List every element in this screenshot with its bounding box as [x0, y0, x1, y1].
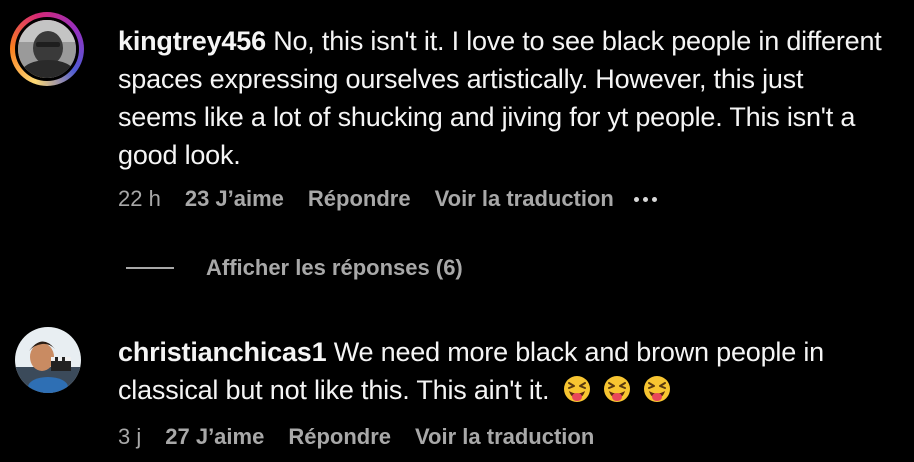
squinting-tongue-emoji-icon: [563, 376, 590, 402]
story-ring[interactable]: [10, 12, 84, 86]
likes-count[interactable]: 27 J’aime: [165, 424, 264, 450]
comment-text: kingtrey456 No, this isn't it. I love to…: [118, 22, 888, 174]
squinting-tongue-emoji-icon: [603, 376, 630, 402]
avatar[interactable]: [15, 327, 81, 393]
view-replies-label: Afficher les réponses (6): [206, 255, 463, 280]
comment-text: christianchicas1 We need more black and …: [118, 333, 888, 409]
user-photo-icon: [18, 20, 76, 78]
view-replies-button[interactable]: Afficher les réponses (6): [126, 255, 463, 281]
comment-actions: 3 j 27 J’aime Répondre Voir la traductio…: [118, 424, 618, 450]
comment-username[interactable]: kingtrey456: [118, 26, 266, 56]
divider-line: [126, 267, 174, 269]
comment-actions: 22 h 23 J’aime Répondre Voir la traducti…: [118, 186, 681, 212]
more-horizontal-icon[interactable]: [633, 196, 657, 202]
user-photo-icon: [15, 327, 81, 393]
comment-time: 22 h: [118, 186, 161, 211]
see-translation-button[interactable]: Voir la traduction: [415, 424, 594, 450]
squinting-tongue-emoji-icon: [643, 376, 670, 402]
see-translation-button[interactable]: Voir la traduction: [435, 186, 614, 212]
avatar[interactable]: [15, 17, 79, 81]
likes-count[interactable]: 23 J’aime: [185, 186, 284, 212]
reply-button[interactable]: Répondre: [288, 424, 391, 450]
comment-time: 3 j: [118, 424, 142, 449]
reply-button[interactable]: Répondre: [308, 186, 411, 212]
comment-username[interactable]: christianchicas1: [118, 337, 327, 367]
